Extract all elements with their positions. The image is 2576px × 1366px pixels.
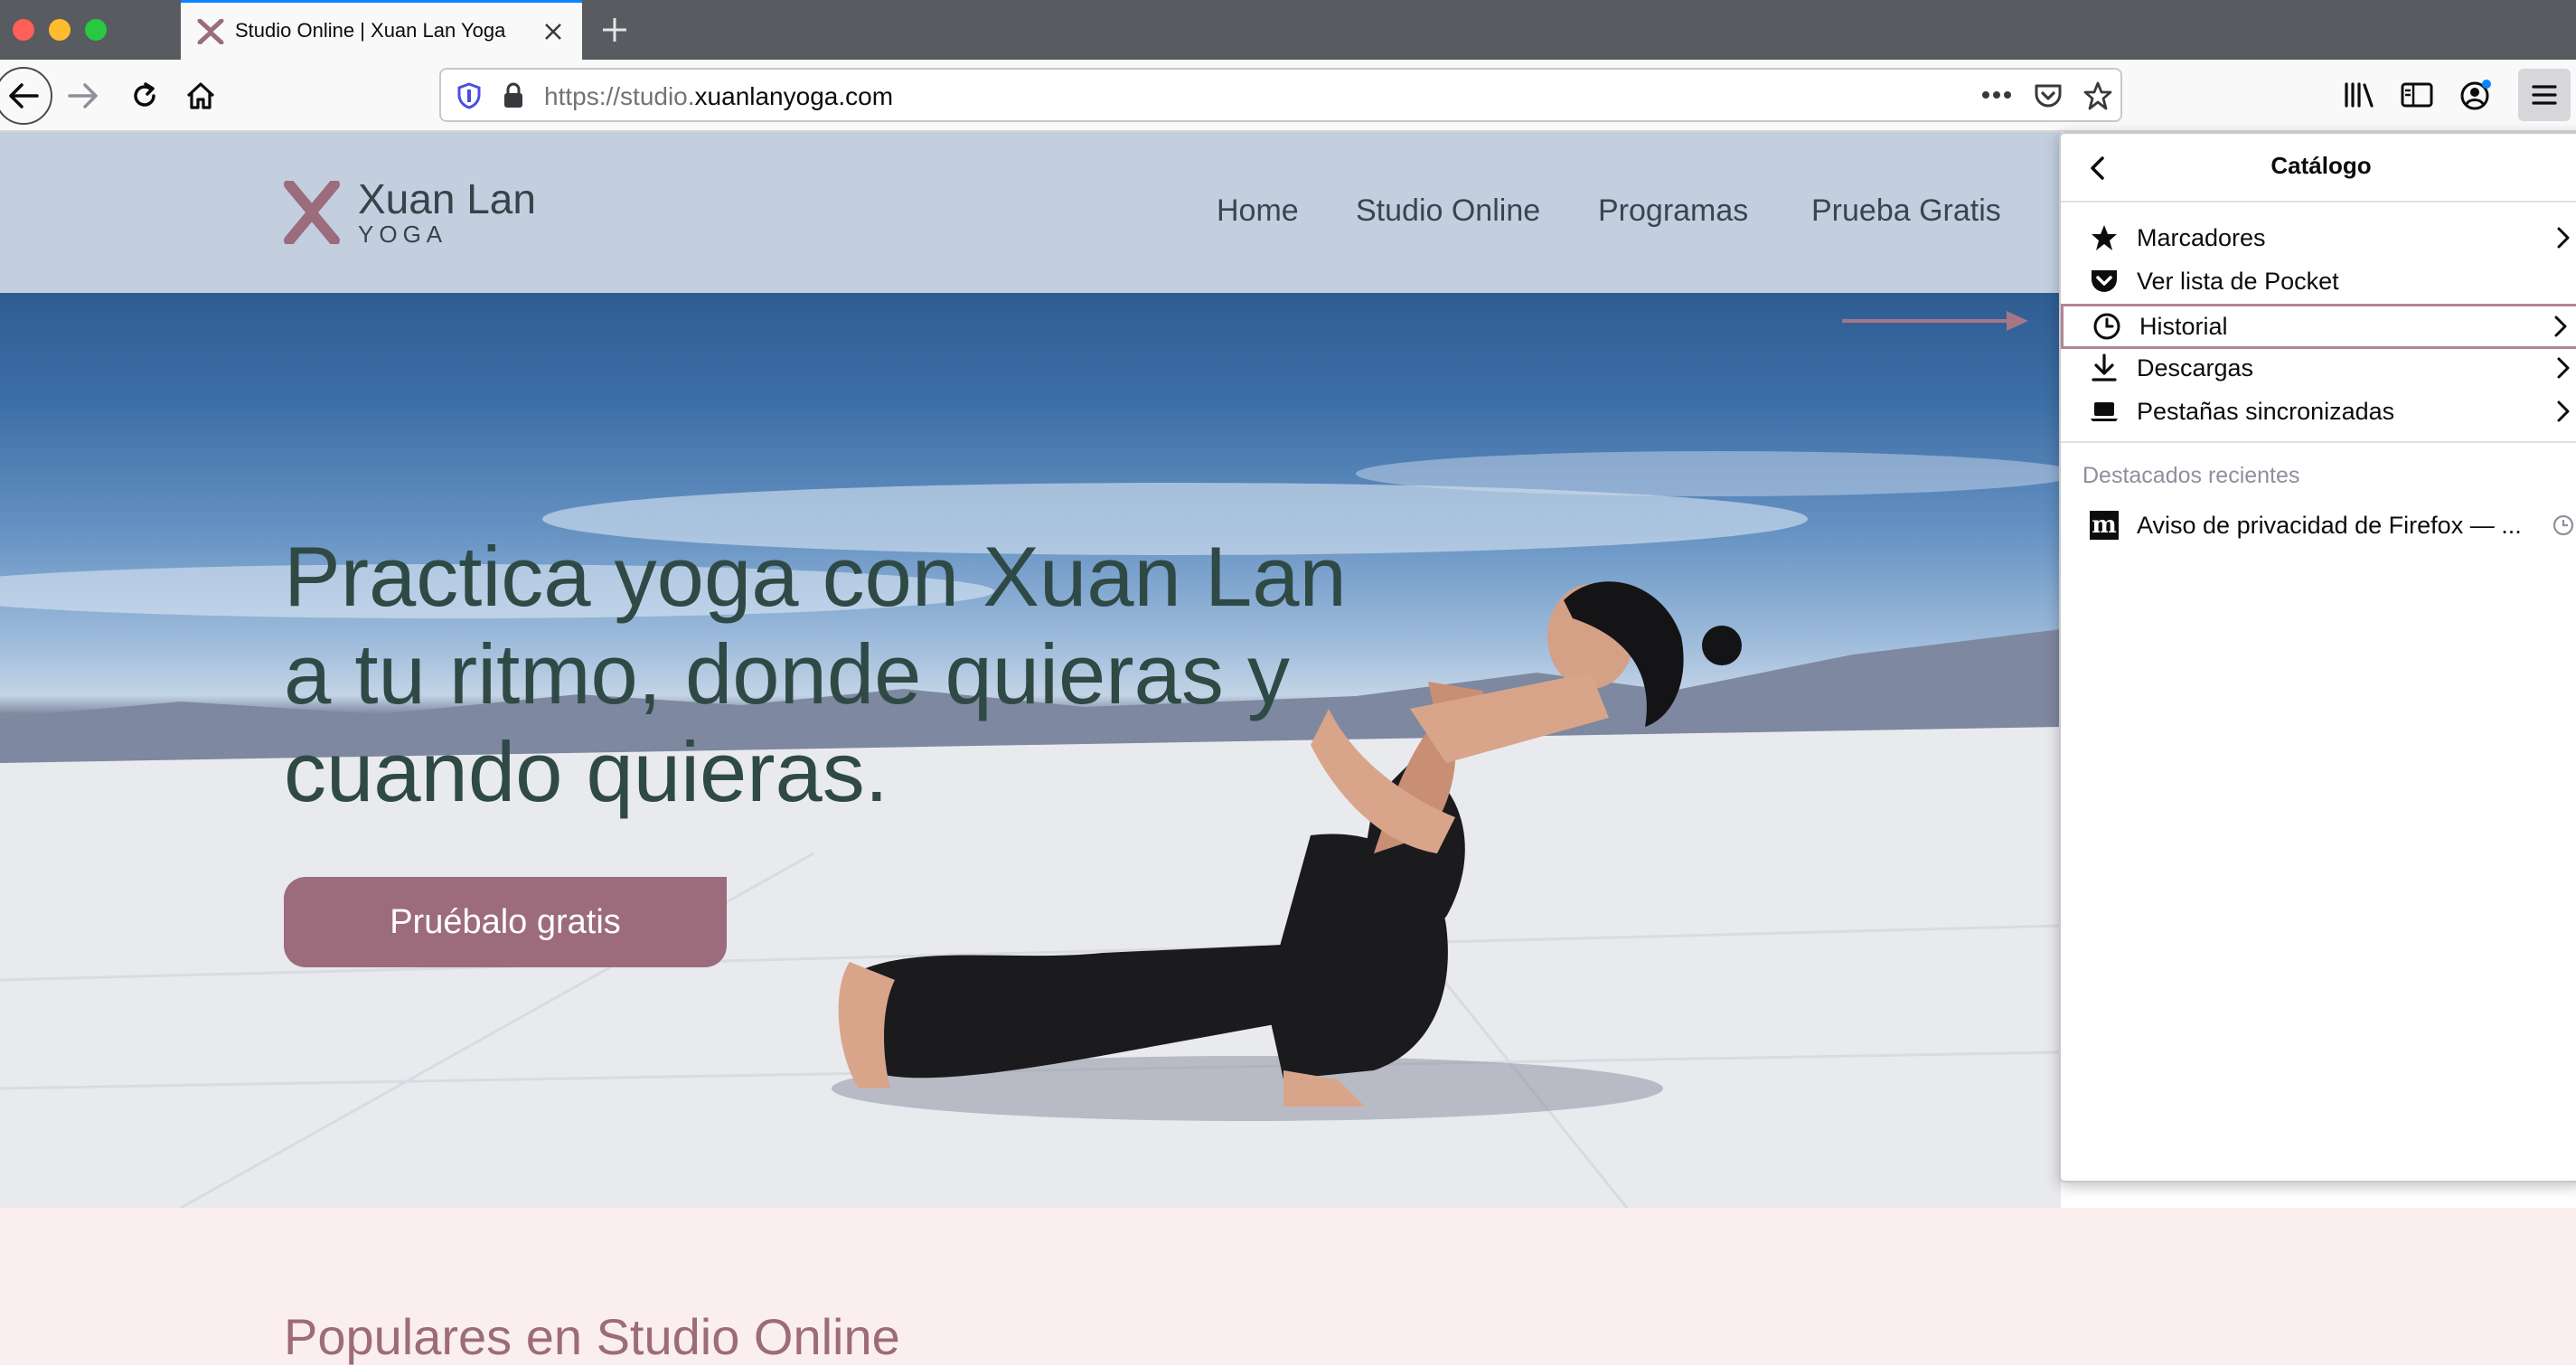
nav-link-prueba-gratis[interactable]: Prueba Gratis	[1811, 193, 2001, 229]
menu-item-pestanas-sincronizadas[interactable]: Pestañas sincronizadas	[2061, 391, 2576, 432]
hero-section: Practica yoga con Xuan Lan a tu ritmo, d…	[0, 293, 2061, 1208]
hero-heading-line-3: cuando quieras.	[284, 724, 888, 819]
clock-icon	[2093, 313, 2120, 340]
mozilla-favicon-icon: m	[2090, 511, 2119, 540]
save-to-pocket-icon[interactable]	[2034, 82, 2063, 109]
back-arrow-icon	[9, 83, 39, 108]
recent-highlights-header: Destacados recientes	[2082, 463, 2300, 488]
close-tab-icon[interactable]	[542, 21, 564, 42]
menu-item-marcadores[interactable]: Marcadores	[2061, 217, 2576, 259]
panel-title: Catálogo	[2270, 152, 2372, 179]
close-window-button[interactable]	[13, 19, 34, 41]
logo-name: Xuan Lan	[358, 175, 536, 222]
chevron-right-icon	[2557, 400, 2570, 422]
hero-heading-line-1: Practica yoga con Xuan Lan	[284, 529, 1347, 624]
forward-arrow-icon	[68, 83, 98, 108]
minimize-window-button[interactable]	[49, 19, 71, 41]
nav-link-studio-online[interactable]: Studio Online	[1356, 193, 1540, 229]
library-menu-panel: Catálogo Marcadores Ver lista de Pocket …	[2059, 132, 2576, 1182]
panel-header: Catálogo	[2061, 134, 2576, 203]
menu-item-pocket[interactable]: Ver lista de Pocket	[2061, 260, 2576, 302]
site-header: Xuan Lan YOGA Home Studio Online Program…	[0, 132, 2061, 293]
url-prefix: https://studio.	[544, 82, 695, 110]
section-title: Populares en Studio Online	[284, 1308, 900, 1365]
bookmark-star-icon[interactable]	[2082, 80, 2113, 111]
menu-item-descargas[interactable]: Descargas	[2061, 347, 2576, 389]
new-tab-icon[interactable]	[600, 15, 629, 44]
library-icon[interactable]	[2343, 81, 2375, 108]
tab-title: Studio Online | Xuan Lan Yoga	[235, 19, 506, 42]
forward-button[interactable]	[65, 78, 101, 114]
popular-section: Populares en Studio Online	[0, 1208, 2576, 1365]
download-icon	[2092, 353, 2117, 382]
logo-sub: YOGA	[358, 221, 448, 248]
page-actions-more-icon[interactable]	[1981, 89, 2012, 100]
nav-link-programas[interactable]: Programas	[1598, 193, 1748, 229]
reload-icon	[134, 82, 155, 107]
recent-item-label: Aviso de privacidad de Firefox — ...	[2137, 511, 2522, 539]
chevron-right-icon	[2557, 357, 2570, 379]
firefox-account-icon[interactable]	[2458, 78, 2493, 112]
maximize-window-button[interactable]	[85, 19, 107, 41]
menu-item-label: Descargas	[2137, 353, 2254, 382]
menu-item-historial[interactable]: Historial	[2061, 304, 2576, 349]
sidebar-toggle-icon[interactable]	[2401, 81, 2433, 108]
hero-heading: Practica yoga con Xuan Lan a tu ritmo, d…	[284, 528, 1347, 821]
nav-link-home[interactable]: Home	[1217, 193, 1299, 229]
menu-item-label: Ver lista de Pocket	[2137, 267, 2339, 295]
home-icon	[186, 82, 215, 109]
pocket-icon	[2092, 270, 2117, 292]
menu-item-label: Marcadores	[2137, 223, 2266, 251]
site-logo[interactable]: Xuan Lan YOGA	[284, 177, 536, 248]
url-text[interactable]: https://studio.xuanlanyoga.com	[544, 82, 893, 111]
site-favicon-icon	[197, 19, 224, 44]
chevron-right-icon	[2557, 227, 2570, 249]
lock-icon[interactable]	[503, 82, 524, 109]
back-button[interactable]	[0, 67, 52, 125]
tracking-protection-shield-icon[interactable]	[457, 82, 481, 109]
open-menu-button[interactable]	[2518, 69, 2571, 121]
url-bar[interactable]: https://studio.xuanlanyoga.com	[439, 68, 2122, 122]
browser-tab-active[interactable]: Studio Online | Xuan Lan Yoga	[181, 0, 582, 60]
reload-button[interactable]	[127, 78, 163, 114]
star-icon	[2092, 225, 2117, 250]
panel-divider	[2061, 441, 2576, 443]
xuan-lan-logo-icon	[284, 181, 340, 244]
url-domain: xuanlanyoga.com	[694, 82, 894, 110]
hamburger-menu-icon	[2532, 85, 2557, 105]
chevron-right-icon	[2554, 316, 2567, 337]
menu-item-label: Pestañas sincronizadas	[2137, 397, 2395, 425]
synced-tabs-icon	[2091, 402, 2118, 421]
home-button[interactable]	[183, 78, 219, 114]
history-clock-icon	[2552, 514, 2574, 536]
recent-item[interactable]: m Aviso de privacidad de Firefox — ...	[2061, 504, 2576, 546]
hero-heading-line-2: a tu ritmo, donde quieras y	[284, 626, 1290, 721]
annotation-arrow-icon	[1842, 311, 2028, 331]
cta-pruebalo-gratis-button[interactable]: Pruébalo gratis	[284, 877, 727, 967]
tab-bar: Studio Online | Xuan Lan Yoga	[0, 0, 2576, 60]
menu-item-label: Historial	[2139, 312, 2228, 340]
